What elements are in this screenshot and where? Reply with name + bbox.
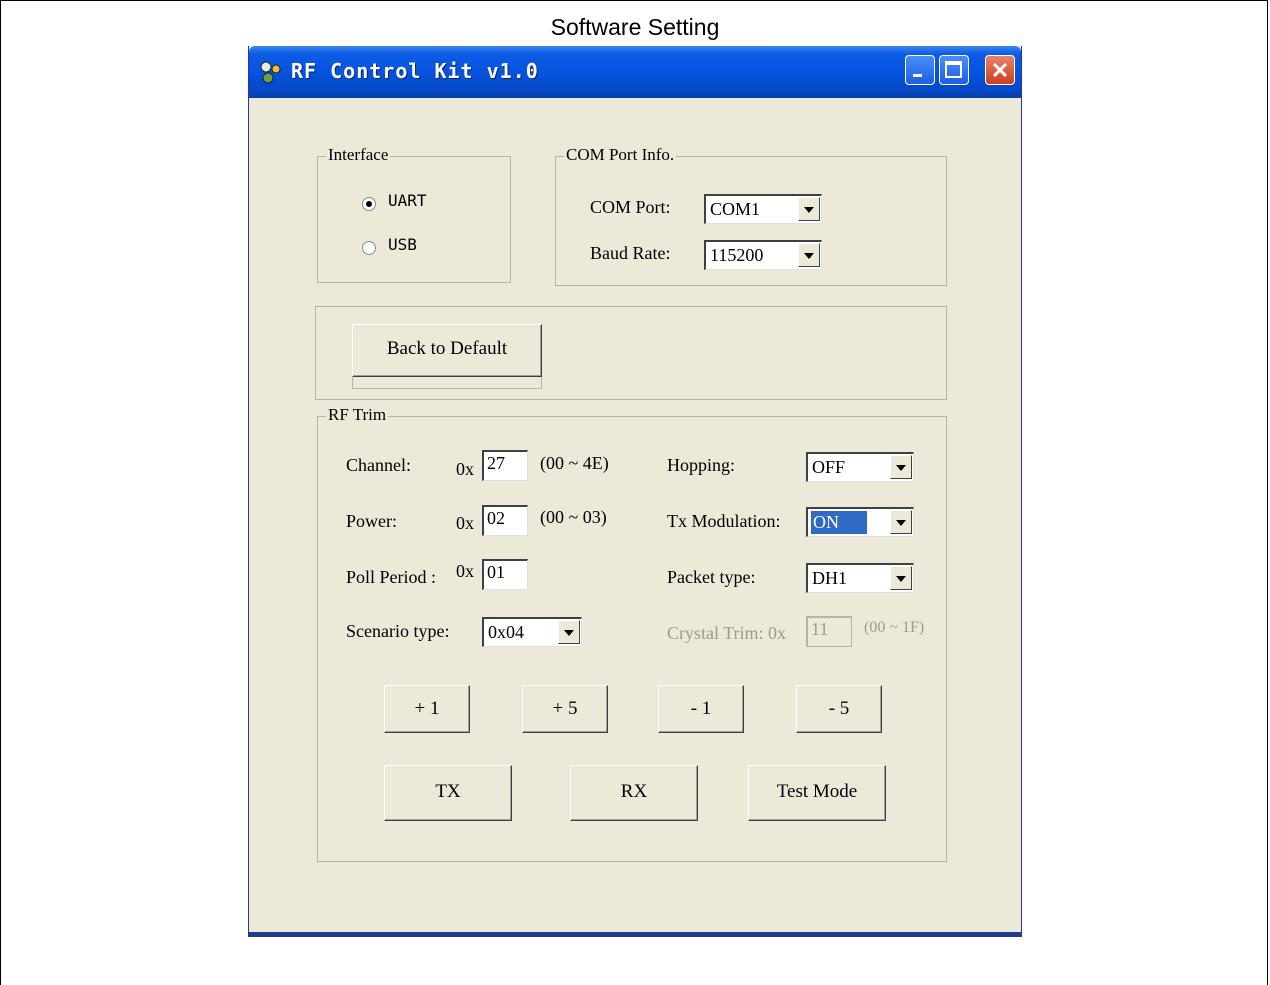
chevron-down-icon[interactable] [890,566,912,590]
minus-1-label: - 1 [690,698,712,719]
back-to-default-button[interactable]: Back to Default [352,324,542,377]
minus-5-button[interactable]: - 5 [796,685,882,733]
back-to-default-label: Back to Default [386,338,508,359]
hopping-label: Hopping: [667,455,736,475]
interface-group: Interface UART USB [317,145,511,283]
power-value: 02 [487,508,505,528]
interface-group-label: Interface [326,145,391,165]
rf-trim-group-label: RF Trim [326,405,389,425]
minus-1-button[interactable]: - 1 [658,685,744,733]
minimize-button[interactable] [905,55,935,85]
chevron-down-icon[interactable] [890,510,912,534]
usb-label[interactable]: USB [388,235,417,254]
poll-period-prefix: 0x [456,561,474,581]
crystal-trim-value: 11 [811,619,829,639]
scenario-type-label: Scenario type: [346,621,450,641]
power-prefix: 0x [456,513,474,533]
plus-1-label: + 1 [414,698,440,719]
tx-label: TX [435,781,461,802]
baud-rate-label: Baud Rate: [590,243,671,263]
app-window: RF Control Kit v1.0 Interface UART USB C… [248,46,1022,937]
poll-period-label: Poll Period : [346,567,437,587]
channel-range: (00 ~ 4E) [540,453,609,473]
channel-prefix: 0x [456,459,474,479]
window-bottom-border [249,932,1021,936]
tx-modulation-label: Tx Modulation: [667,511,781,531]
test-mode-button[interactable]: Test Mode [748,765,886,821]
com-port-group-label: COM Port Info. [564,145,677,165]
rx-label: RX [620,781,648,802]
default-group: Back to Default [315,306,947,400]
hopping-value: OFF [812,457,846,477]
button-shadow-frame [352,377,542,389]
maximize-button[interactable] [939,55,969,85]
radio-selected-dot [366,201,372,207]
crystal-trim-range: (00 ~ 1F) [864,619,925,636]
baud-rate-select[interactable]: 115200 [704,240,822,270]
crystal-trim-input: 11 [806,616,852,647]
channel-label: Channel: [346,455,411,475]
crystal-trim-label: Crystal Trim: 0x [667,623,787,643]
packet-type-label: Packet type: [667,567,756,587]
scenario-type-value: 0x04 [488,622,524,642]
window-title: RF Control Kit v1.0 [291,59,539,83]
scenario-type-select[interactable]: 0x04 [482,617,582,647]
chevron-down-icon[interactable] [558,620,580,644]
usb-radio[interactable] [362,241,376,255]
plus-5-button[interactable]: + 5 [522,685,608,733]
tx-modulation-value: ON [810,510,868,535]
chevron-down-icon[interactable] [798,197,820,221]
uart-label[interactable]: UART [388,191,427,210]
plus-5-label: + 5 [552,698,578,719]
channel-input[interactable]: 27 [482,450,528,481]
plus-1-button[interactable]: + 1 [384,685,470,733]
page-caption: Software Setting [550,14,720,40]
rx-button[interactable]: RX [570,765,698,821]
close-button[interactable] [985,55,1015,85]
chevron-down-icon[interactable] [890,455,912,479]
maximize-icon [945,61,962,78]
baud-rate-value: 115200 [710,245,764,265]
close-icon [992,62,1008,78]
tx-modulation-select[interactable]: ON [806,507,914,537]
test-mode-label: Test Mode [776,781,858,802]
minus-5-label: - 5 [828,698,850,719]
packet-type-select[interactable]: DH1 [806,563,914,593]
com-port-group: COM Port Info. COM Port: COM1 Baud Rate:… [555,145,947,286]
channel-value: 27 [487,453,505,473]
tx-button[interactable]: TX [384,765,512,821]
rf-trim-group: RF Trim Channel: 0x 27 (00 ~ 4E) Power: … [317,405,947,862]
power-label: Power: [346,511,397,531]
poll-period-input[interactable]: 01 [482,559,528,590]
minimize-icon [913,74,922,77]
com-port-label: COM Port: [590,197,671,217]
power-range: (00 ~ 03) [540,507,607,527]
uart-radio[interactable] [362,197,376,211]
hopping-select[interactable]: OFF [806,452,914,482]
poll-period-value: 01 [487,562,505,582]
title-bar[interactable]: RF Control Kit v1.0 [249,46,1021,98]
app-icon [260,61,281,84]
packet-type-value: DH1 [812,568,847,588]
chevron-down-icon[interactable] [798,243,820,267]
power-input[interactable]: 02 [482,505,528,536]
com-port-select[interactable]: COM1 [704,194,822,224]
com-port-value: COM1 [710,199,761,219]
